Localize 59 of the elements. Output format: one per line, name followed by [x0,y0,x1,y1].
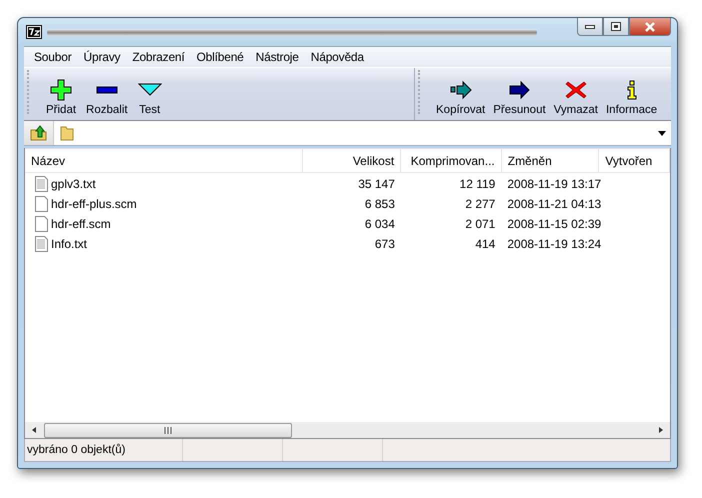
toolbar-button[interactable]: Vymazat [550,79,602,116]
menu-item[interactable]: Zobrazení [126,50,191,64]
table-cell-text: 2008-11-19 13:17 [506,176,600,192]
toolbar-button[interactable]: Rozbalit [81,79,133,116]
app-logo-icon [26,25,42,39]
menu-item[interactable]: Oblíbené [190,50,250,64]
table-cell-text: 2 071 [464,216,496,232]
close-icon [644,22,656,32]
file-name[interactable]: Info.txt [51,236,88,250]
file-name[interactable]: hdr-eff.scm [51,216,111,230]
column-header[interactable]: Komprimovan... [401,149,502,172]
column-header[interactable]: Změněn [502,149,600,172]
table-cell-text: 414 [474,236,496,252]
arrow-right-icon [507,79,532,101]
file-icon [35,216,48,232]
menu-item[interactable]: Nástroje [250,50,305,64]
menu-item[interactable]: Nápověda [304,50,370,64]
close-button[interactable] [629,18,671,36]
menu-item[interactable]: Soubor [28,50,78,64]
table-cell-text: 673 [374,236,396,252]
column-header[interactable]: Velikost [302,149,402,172]
toolbar-button[interactable]: Přesunout [489,79,550,116]
table-cell-text: 12 119 [458,176,496,192]
copy-arrow-icon [448,79,473,101]
menu-item[interactable]: Úpravy [78,50,126,64]
file-icon [35,176,48,192]
maximize-button[interactable] [603,18,629,36]
table-cell-text: 6 853 [364,196,396,212]
file-icon [35,236,48,252]
table-cell-text: 2 277 [464,196,496,212]
minimize-button[interactable] [577,18,603,36]
table-cell-text: 2008-11-21 04:13 [506,196,600,212]
grip-icon [164,426,172,434]
file-name[interactable]: hdr-eff-plus.scm [51,196,137,210]
horizontal-scrollbar[interactable] [25,422,670,439]
minimize-icon [585,24,595,28]
cross-icon [564,79,588,101]
status-text: vybráno 0 objekt(ů) [25,439,183,461]
table-cell-text: 6 034 [364,216,396,232]
scroll-right-icon [657,426,665,434]
table-cell-text: 35 147 [357,176,396,192]
maximize-icon [611,22,621,31]
toolbar-button[interactable]: Test [132,79,167,116]
column-header[interactable]: Název [25,149,303,172]
scroll-left-icon [30,426,38,434]
file-icon [35,196,48,212]
dropdown-arrow-icon [658,130,666,136]
table-cell-text: 2008-11-19 13:24 [506,236,600,252]
table-cell-text: 2008-11-15 02:39 [506,216,600,232]
folder-up-button[interactable] [24,121,54,145]
folder-icon [60,125,74,141]
toolbar-button[interactable]: Kopírovat [432,79,490,116]
scrollbar-thumb[interactable] [44,422,292,438]
column-header[interactable]: Vytvořen [599,149,670,172]
toolbar-button[interactable]: Přidat [41,79,82,116]
plus-icon [49,79,74,101]
file-name[interactable]: gplv3.txt [51,176,96,190]
toolbar-button[interactable]: Informace [602,79,662,116]
folder-up-icon [30,125,48,141]
